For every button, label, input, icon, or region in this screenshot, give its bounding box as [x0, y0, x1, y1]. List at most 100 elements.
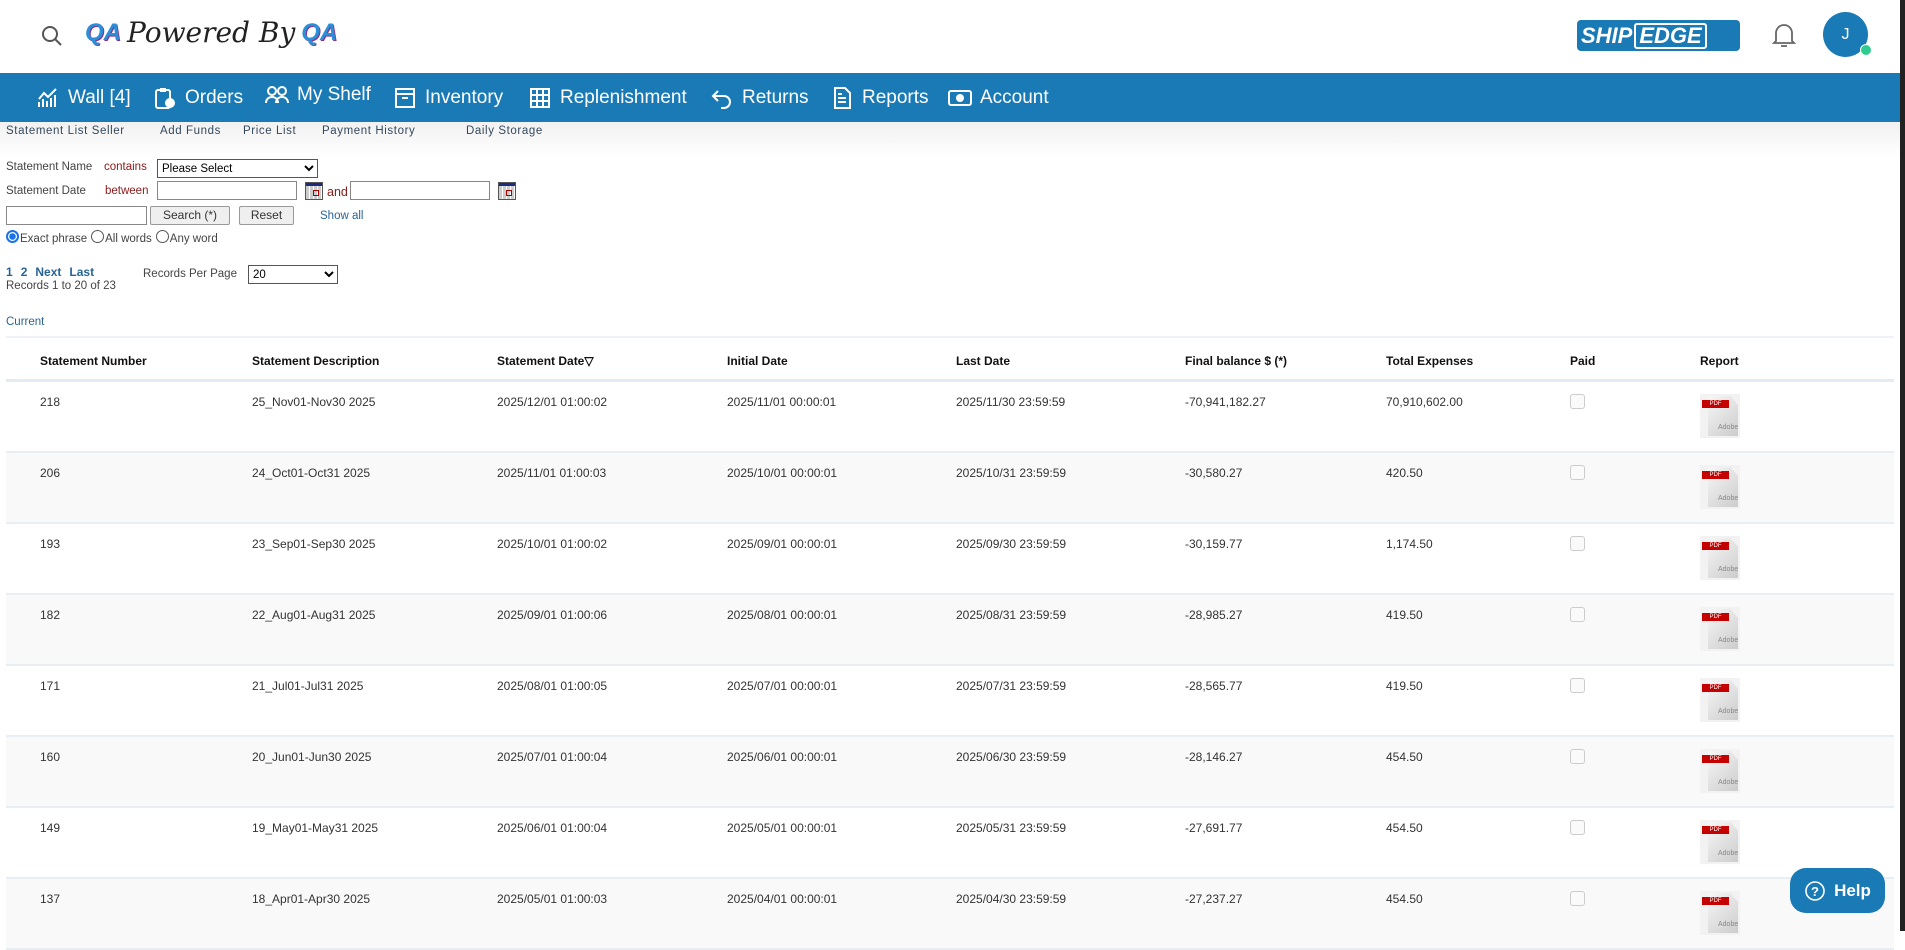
date-to-input[interactable]	[350, 181, 490, 200]
table-cell: 2025/08/01 00:00:01	[727, 608, 838, 622]
nav-inventory[interactable]: Inventory	[393, 73, 503, 122]
statement-number-link[interactable]: 137	[40, 892, 60, 906]
table-cell: 420.50	[1386, 466, 1423, 480]
table-cell: 454.50	[1386, 821, 1423, 835]
search-input[interactable]	[6, 206, 147, 225]
pdf-report-icon[interactable]: PDF Adobe	[1700, 394, 1740, 438]
page-1-link[interactable]: 1	[6, 265, 13, 279]
radio-any-word[interactable]: Any word	[155, 230, 218, 245]
clipboard-clock-icon	[155, 87, 175, 109]
table-cell: 454.50	[1386, 892, 1423, 906]
header-initial-date: Initial Date	[727, 354, 788, 368]
table-cell: 2025/06/01 00:00:01	[727, 750, 838, 764]
last-page-link[interactable]: Last	[69, 265, 94, 279]
nav-orders[interactable]: Orders	[153, 73, 243, 122]
records-per-page-label: Records Per Page	[143, 268, 237, 280]
statement-name-select[interactable]: Please Select	[157, 159, 318, 178]
sub-nav: Statement List Seller Add Funds Price Li…	[0, 122, 1900, 158]
nav-account[interactable]: Account	[948, 73, 1049, 122]
paid-checkbox[interactable]	[1570, 820, 1585, 835]
statement-number-link[interactable]: 160	[40, 750, 60, 764]
and-label: and	[327, 185, 348, 199]
table-cell: 2025/10/01 01:00:02	[497, 537, 608, 551]
pdf-report-icon[interactable]: PDF Adobe	[1700, 465, 1740, 509]
date-from-input[interactable]	[157, 181, 297, 200]
table-cell: 22_Aug01-Aug31 2025	[252, 608, 376, 622]
radio-button[interactable]	[6, 230, 19, 243]
subnav-statement-list[interactable]: Statement List Seller	[6, 125, 125, 137]
qa-logo[interactable]: QA Powered By QA	[85, 16, 337, 49]
table-cell: 2025/08/31 23:59:59	[956, 608, 1067, 622]
table-cell: 419.50	[1386, 608, 1423, 622]
radio-all-words[interactable]: All words	[91, 230, 152, 245]
paid-checkbox[interactable]	[1570, 678, 1585, 693]
table-row: 149 19_May01-May31 2025 2025/06/01 01:00:0…	[6, 808, 1894, 879]
pdf-report-icon[interactable]: PDF Adobe	[1700, 536, 1740, 580]
table-cell: 2025/09/01 00:00:01	[727, 537, 838, 551]
table-cell: 2025/11/01 00:00:01	[727, 395, 837, 409]
paid-checkbox[interactable]	[1570, 394, 1585, 409]
paid-checkbox[interactable]	[1570, 749, 1585, 764]
paid-checkbox[interactable]	[1570, 536, 1585, 551]
document-icon	[834, 86, 851, 109]
statement-date-label: Statement Date	[6, 185, 86, 197]
nav-my-shelf[interactable]: My Shelf	[265, 70, 371, 119]
records-per-page-select[interactable]: 20	[248, 265, 338, 284]
money-icon	[948, 89, 972, 106]
pdf-report-icon[interactable]: PDF Adobe	[1700, 678, 1740, 722]
statement-number-link[interactable]: 171	[40, 679, 60, 693]
table-row: 218 25_Nov01-Nov30 2025 2025/12/01 01:00:0…	[6, 382, 1894, 453]
header-statement-date[interactable]: Statement Date▽	[497, 354, 594, 368]
statement-number-link[interactable]: 149	[40, 821, 60, 835]
chart-icon	[38, 87, 57, 107]
subnav-payment-history[interactable]: Payment History	[322, 125, 415, 137]
nav-reports[interactable]: Reports	[830, 73, 929, 122]
radio-exact-phrase[interactable]: Exact phrase	[6, 230, 87, 245]
pdf-report-icon[interactable]: PDF Adobe	[1700, 820, 1740, 864]
radio-button[interactable]	[155, 230, 169, 243]
pdf-report-icon[interactable]: PDF Adobe	[1700, 891, 1740, 935]
table-cell: 2025/05/01 01:00:03	[497, 892, 608, 906]
search-button[interactable]: Search (*)	[150, 206, 230, 225]
show-all-link[interactable]: Show all	[320, 210, 363, 222]
table-cell: 2025/07/01 01:00:04	[497, 750, 608, 764]
reset-button[interactable]: Reset	[239, 206, 294, 225]
pdf-report-icon[interactable]: PDF Adobe	[1700, 749, 1740, 793]
table-cell: 23_Sep01-Sep30 2025	[252, 537, 376, 551]
calendar-icon[interactable]	[498, 182, 516, 200]
statement-number-link[interactable]: 218	[40, 395, 60, 409]
page-2-link[interactable]: 2	[21, 265, 28, 279]
nav-returns[interactable]: Returns	[710, 73, 809, 122]
scrollbar[interactable]	[1900, 0, 1905, 931]
paid-checkbox[interactable]	[1570, 465, 1585, 480]
table-row: 206 24_Oct01-Oct31 2025 2025/11/01 01:00:0…	[6, 453, 1894, 524]
paid-checkbox[interactable]	[1570, 891, 1585, 906]
nav-wall[interactable]: Wall [4]	[36, 73, 131, 122]
shipedge-logo[interactable]: SHIP EDGE	[1577, 20, 1740, 51]
paid-checkbox[interactable]	[1570, 607, 1585, 622]
table-cell: 2025/09/30 23:59:59	[956, 537, 1067, 551]
subnav-daily-storage[interactable]: Daily Storage	[466, 125, 543, 137]
search-icon[interactable]	[40, 24, 64, 48]
bell-icon[interactable]	[1771, 21, 1797, 49]
statement-number-link[interactable]: 182	[40, 608, 60, 622]
calendar-icon[interactable]	[305, 182, 323, 200]
current-tab[interactable]: Current	[6, 316, 44, 328]
archive-icon	[395, 87, 415, 108]
subnav-price-list[interactable]: Price List	[243, 125, 296, 137]
table-cell: 2025/07/01 00:00:01	[727, 679, 838, 693]
nav-replenishment[interactable]: Replenishment	[528, 73, 687, 122]
table-cell: -30,159.77	[1185, 537, 1243, 551]
table-cell: 2025/05/01 00:00:01	[727, 821, 838, 835]
statement-number-link[interactable]: 193	[40, 537, 60, 551]
table-cell: 21_Jul01-Jul31 2025	[252, 679, 364, 693]
pdf-report-icon[interactable]: PDF Adobe	[1700, 607, 1740, 651]
table-cell: 25_Nov01-Nov30 2025	[252, 395, 376, 409]
radio-button[interactable]	[91, 230, 105, 243]
statement-number-link[interactable]: 206	[40, 466, 60, 480]
table-cell: -28,565.77	[1185, 679, 1243, 693]
next-page-link[interactable]: Next	[35, 265, 61, 279]
subnav-add-funds[interactable]: Add Funds	[160, 125, 221, 137]
header-report: Report	[1700, 354, 1739, 368]
help-button[interactable]: ? Help	[1790, 868, 1885, 913]
